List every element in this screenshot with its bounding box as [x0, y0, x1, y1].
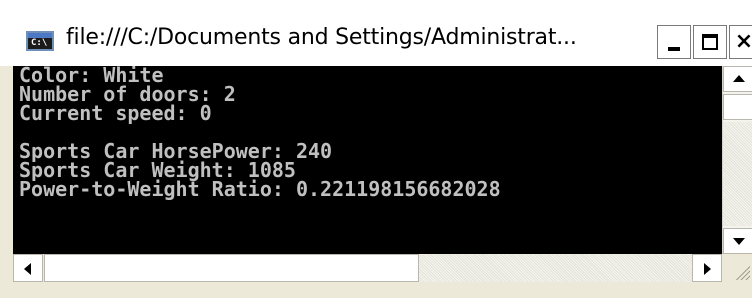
scroll-left-button[interactable]: [13, 254, 43, 282]
title-bar[interactable]: C:\ file:///C:/Documents and Settings/Ad…: [0, 0, 752, 66]
vertical-scroll-thumb[interactable]: [723, 94, 752, 120]
close-icon: ×: [734, 29, 752, 54]
vertical-scroll-track[interactable]: [723, 122, 752, 226]
icon-prompt-glyph: C:\: [31, 38, 48, 48]
close-button[interactable]: ×: [729, 25, 752, 59]
horizontal-scrollbar[interactable]: [13, 254, 722, 282]
resize-grip-icon: [734, 264, 750, 280]
console-line: Power-to-Weight Ratio: 0.221198156682028: [19, 177, 501, 201]
console-line: Current speed: 0: [19, 101, 212, 125]
maximize-button[interactable]: [693, 25, 727, 59]
scroll-left-arrow-icon: [24, 263, 31, 275]
vertical-scrollbar[interactable]: [722, 66, 752, 254]
minimize-button[interactable]: [657, 25, 691, 59]
console-app-icon[interactable]: C:\: [26, 31, 54, 51]
scroll-down-button[interactable]: [723, 228, 752, 254]
window-title: file:///C:/Documents and Settings/Admini…: [66, 25, 577, 50]
scroll-up-arrow-icon: [733, 75, 745, 82]
maximize-icon: [702, 34, 718, 50]
scroll-right-arrow-icon: [704, 263, 711, 275]
window-bottom-border: [0, 282, 752, 298]
console-text: Color: White Number of doors: 2 Current sp…: [13, 66, 722, 199]
scroll-down-arrow-icon: [733, 238, 745, 245]
minimize-icon: [668, 47, 680, 51]
console-window: C:\ file:///C:/Documents and Settings/Ad…: [0, 0, 752, 298]
window-left-border: [0, 66, 13, 282]
console-output[interactable]: Color: White Number of doors: 2 Current sp…: [13, 66, 722, 254]
resize-grip[interactable]: [722, 254, 752, 282]
horizontal-scroll-thumb[interactable]: [44, 254, 419, 282]
horizontal-scroll-track[interactable]: [419, 254, 692, 282]
scroll-right-button[interactable]: [692, 254, 722, 282]
scroll-up-button[interactable]: [723, 66, 752, 92]
